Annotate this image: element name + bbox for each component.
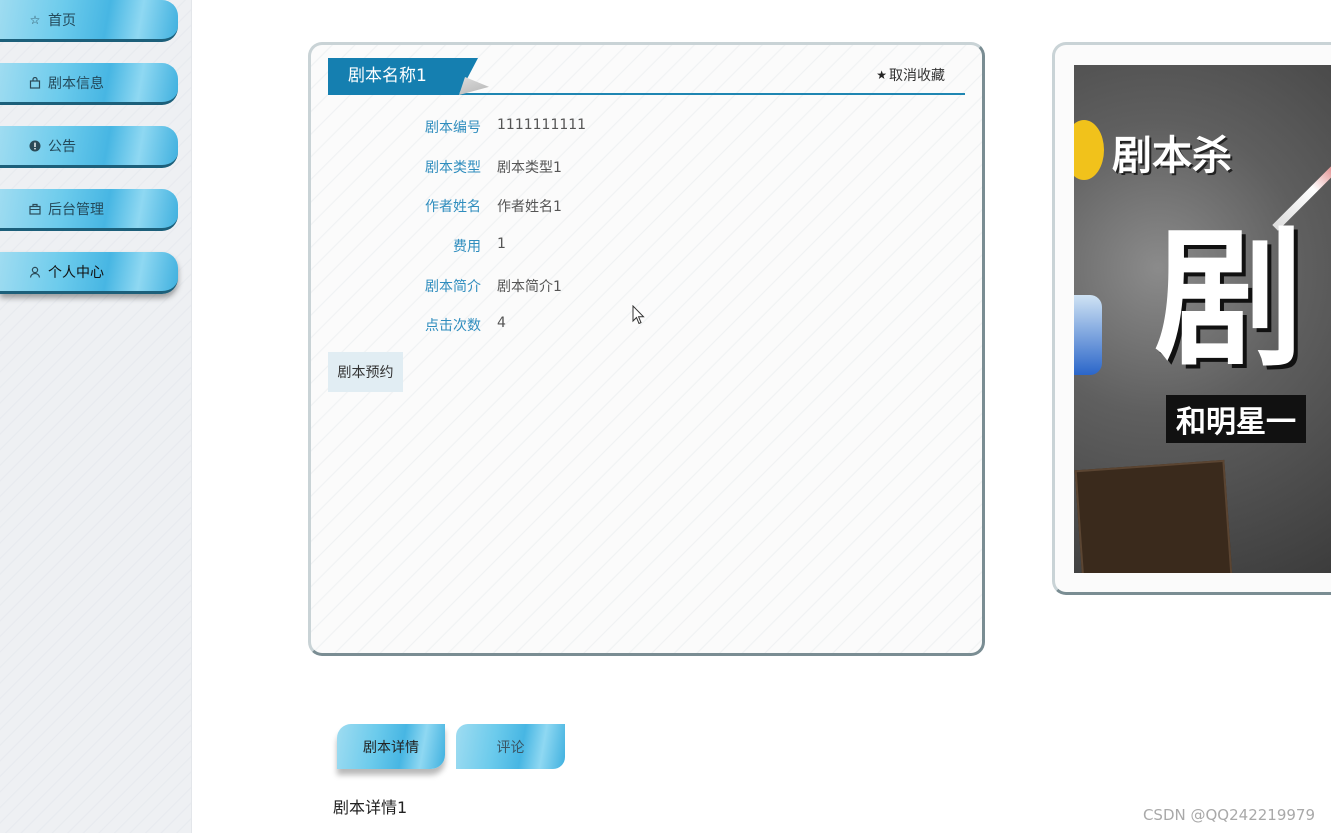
field-label: 作者姓名: [425, 199, 481, 215]
sidebar-item-label: 个人中心: [48, 264, 104, 281]
sidebar-item-admin[interactable]: 后台管理: [0, 189, 178, 231]
field-value: 剧本类型1: [497, 160, 562, 176]
user-icon: [28, 265, 42, 279]
field-label: 费用: [453, 239, 481, 255]
script-detail-card: 剧本名称1 ★ 取消收藏 剧本编号 1111111111 剧本类型 剧本类型1 …: [308, 42, 985, 656]
sidebar-item-label: 公告: [48, 138, 76, 155]
unfavorite-button[interactable]: ★ 取消收藏: [876, 65, 945, 85]
field-label: 点击次数: [425, 318, 481, 334]
watermark: CSDN @QQ242219979: [1142, 806, 1315, 824]
poster-bottle: [1074, 295, 1102, 375]
mouse-cursor-icon: [632, 305, 645, 325]
field-label: 剧本编号: [425, 120, 481, 136]
info-row-script-type: 剧本类型 剧本类型1: [311, 157, 911, 177]
star-icon: ★: [876, 68, 887, 82]
poster-slogan: 和明星一: [1166, 395, 1306, 443]
sidebar-item-profile[interactable]: 个人中心: [0, 252, 178, 294]
poster-big-text: 剧: [1154, 213, 1305, 387]
sidebar-item-scripts[interactable]: 剧本信息: [0, 63, 178, 105]
poster-card: 剧本杀 剧 和明星一: [1052, 42, 1331, 595]
field-value: 1: [497, 236, 506, 252]
tab-script-details[interactable]: 剧本详情: [337, 724, 445, 769]
script-poster-image[interactable]: 剧本杀 剧 和明星一: [1074, 65, 1331, 573]
info-row-clicks: 点击次数 4: [311, 315, 911, 335]
unfavorite-label: 取消收藏: [889, 68, 945, 84]
building-icon: [28, 202, 42, 216]
info-row-script-id: 剧本编号 1111111111: [311, 117, 911, 137]
poster-book: [1074, 459, 1234, 573]
sidebar-item-label: 剧本信息: [48, 75, 104, 92]
field-value: 4: [497, 315, 506, 331]
poster-logo-mascot: [1074, 120, 1104, 180]
field-label: 剧本简介: [425, 279, 481, 295]
poster-logo-text: 剧本杀: [1112, 133, 1232, 179]
field-value: 作者姓名1: [497, 199, 562, 215]
sidebar-item-home[interactable]: ☆ 首页: [0, 0, 178, 42]
script-details-content: 剧本详情1: [333, 798, 408, 817]
info-row-author: 作者姓名 作者姓名1: [311, 196, 911, 216]
sidebar-item-label: 首页: [48, 12, 76, 29]
sidebar-item-notice[interactable]: 公告: [0, 126, 178, 168]
info-row-fee: 费用 1: [311, 236, 911, 256]
field-value: 剧本简介1: [497, 279, 562, 295]
alert-icon: [28, 139, 42, 153]
title-bar: 剧本名称1 ★ 取消收藏: [328, 55, 965, 95]
field-label: 剧本类型: [425, 160, 481, 176]
bag-icon: [28, 76, 42, 90]
tab-comments[interactable]: 评论: [456, 724, 565, 769]
sidebar: ☆ 首页 剧本信息 公告 后台管理 个人中心: [0, 0, 192, 833]
info-row-summary: 剧本简介 剧本简介1: [311, 276, 911, 296]
reserve-button[interactable]: 剧本预约: [328, 352, 403, 392]
page-title: 剧本名称1: [328, 58, 478, 95]
star-outline-icon: ☆: [29, 12, 41, 27]
sidebar-item-label: 后台管理: [48, 201, 104, 218]
field-value: 1111111111: [497, 117, 587, 133]
